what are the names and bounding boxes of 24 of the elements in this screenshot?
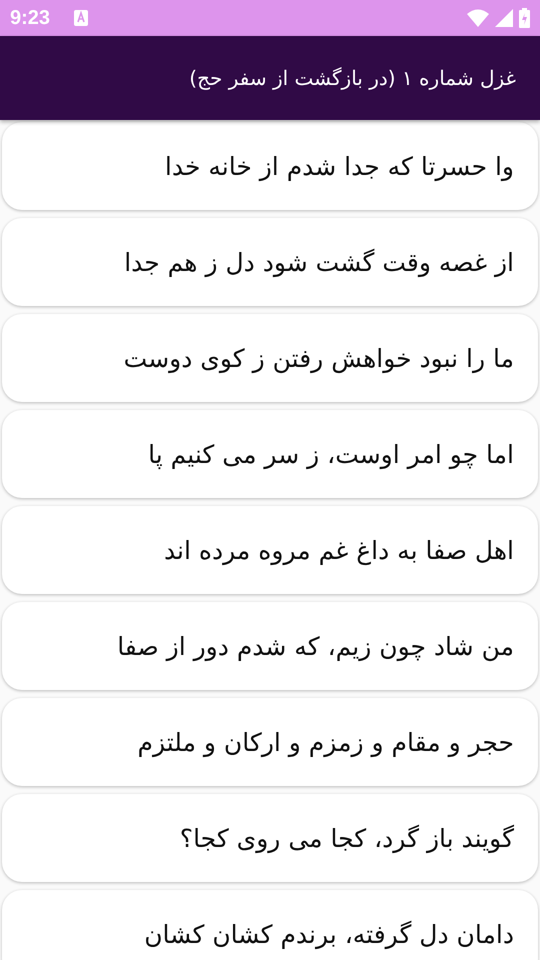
verse-text: حجر و مقام و زمزم و ارکان و ملتزم [137, 728, 514, 756]
verse-card[interactable]: اما چو امر اوست، ز سر می کنیم پا [2, 410, 538, 498]
wifi-icon [467, 9, 489, 27]
verse-card[interactable]: اهل صفا به داغ غم مروه مرده اند [2, 506, 538, 594]
verse-card[interactable]: وا حسرتا که جدا شدم از خانه خدا [2, 122, 538, 210]
verse-text: اهل صفا به داغ غم مروه مرده اند [164, 536, 514, 564]
verse-card[interactable]: از غصه وقت گشت شود دل ز هم جدا [2, 218, 538, 306]
verse-text: من شاد چون زیم، که شدم دور از صفا [117, 632, 514, 660]
verse-card[interactable]: گویند باز گرد، کجا می روی کجا؟ [2, 794, 538, 882]
verse-text: ما را نبود خواهش رفتن ز کوی دوست [124, 344, 514, 372]
verse-text: دامان دل گرفته، برندم کشان کشان [144, 920, 514, 948]
app-title: غزل شماره ۱ (در بازگشت از سفر حج) [189, 66, 516, 90]
signal-icon [495, 9, 513, 27]
verse-card[interactable]: دامان دل گرفته، برندم کشان کشان [2, 890, 538, 960]
verse-card[interactable]: ما را نبود خواهش رفتن ز کوی دوست [2, 314, 538, 402]
verse-text: وا حسرتا که جدا شدم از خانه خدا [164, 152, 514, 180]
verse-card[interactable]: من شاد چون زیم، که شدم دور از صفا [2, 602, 538, 690]
keyboard-icon [74, 10, 88, 26]
verse-card[interactable]: حجر و مقام و زمزم و ارکان و ملتزم [2, 698, 538, 786]
verse-text: اما چو امر اوست، ز سر می کنیم پا [148, 440, 514, 468]
verse-text: گویند باز گرد، کجا می روی کجا؟ [180, 824, 514, 852]
battery-icon [519, 8, 530, 28]
status-time: 9:23 [10, 6, 50, 30]
verse-text: از غصه وقت گشت شود دل ز هم جدا [124, 248, 514, 276]
